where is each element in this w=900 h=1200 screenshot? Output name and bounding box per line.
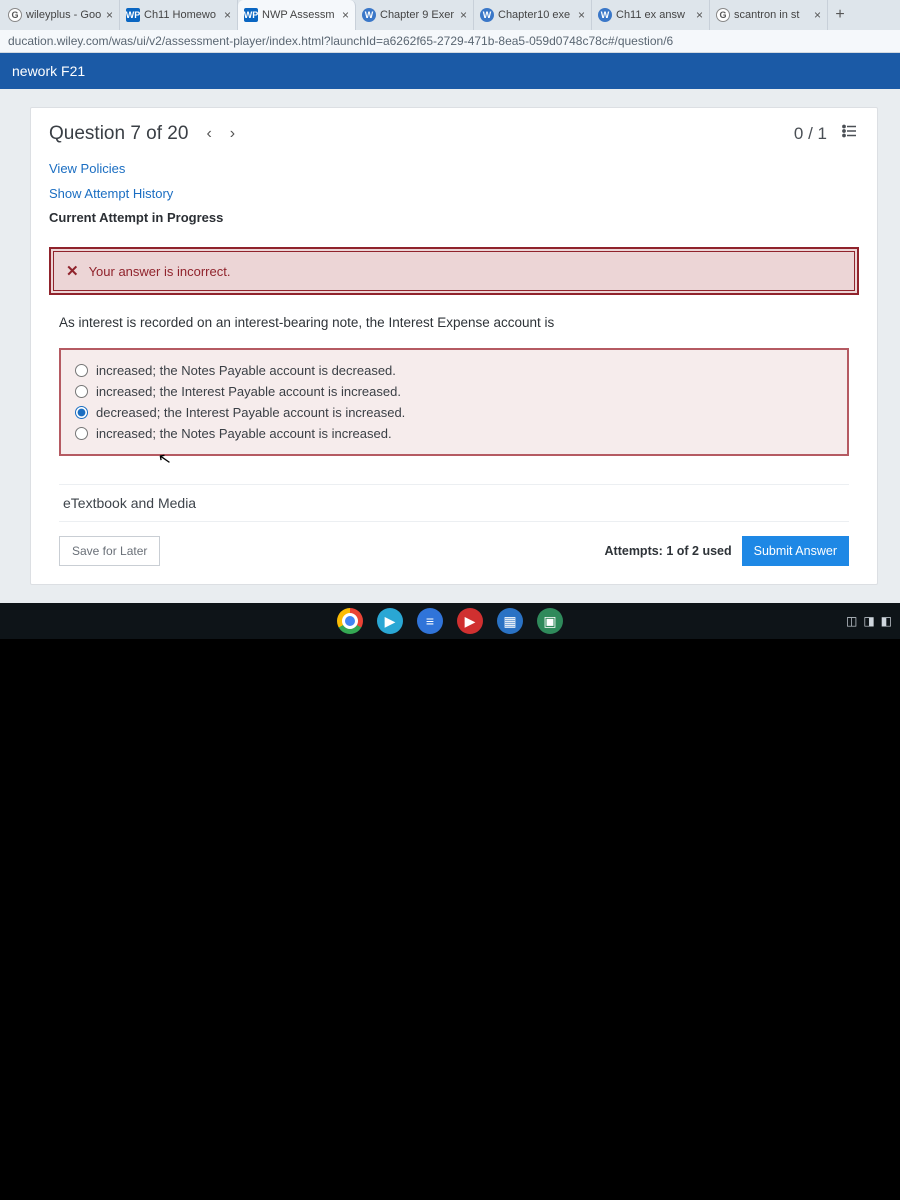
question-header: Question 7 of 20 ‹ › 0 / 1 bbox=[31, 108, 877, 155]
tab-favicon: G bbox=[716, 8, 730, 22]
prev-question-button[interactable]: ‹ bbox=[206, 125, 211, 143]
close-tab-icon[interactable]: × bbox=[106, 8, 113, 22]
submit-answer-button[interactable]: Submit Answer bbox=[742, 536, 849, 566]
answer-option[interactable]: increased; the Notes Payable account is … bbox=[75, 423, 833, 444]
question-nav: ‹ › bbox=[206, 125, 235, 143]
tab-label: Ch11 ex answ bbox=[616, 9, 692, 21]
tab-favicon: WP bbox=[244, 8, 258, 22]
question-card: Question 7 of 20 ‹ › 0 / 1 View Policies… bbox=[30, 107, 878, 585]
answer-options: increased; the Notes Payable account is … bbox=[59, 348, 849, 456]
tab-favicon: W bbox=[598, 8, 612, 22]
feedback-banner: ✕ Your answer is incorrect. bbox=[49, 247, 859, 295]
question-score: 0 / 1 bbox=[794, 124, 827, 144]
gallery-app-icon[interactable]: ▣ bbox=[537, 608, 563, 634]
question-body: As interest is recorded on an interest-b… bbox=[31, 303, 877, 474]
tab-strip: Gwileyplus - Goo × WP Ch11 Homewo × WP NWP Ass… bbox=[0, 0, 900, 30]
question-list-icon[interactable] bbox=[841, 122, 859, 145]
address-bar[interactable]: ducation.wiley.com/was/ui/v2/assessment-… bbox=[0, 30, 900, 53]
tab-favicon: W bbox=[480, 8, 494, 22]
tray-icon[interactable]: ◨ bbox=[863, 614, 874, 628]
system-tray[interactable]: ◫ ◨ ◧ bbox=[846, 614, 892, 628]
answer-text: increased; the Notes Payable account is … bbox=[96, 363, 396, 378]
attempt-status: Current Attempt in Progress bbox=[49, 206, 859, 231]
tab-label: wileyplus - Goo bbox=[26, 9, 102, 21]
assignment-title: nework F21 bbox=[12, 63, 85, 79]
feedback-banner-wrap: ✕ Your answer is incorrect. bbox=[31, 239, 877, 303]
tab-label: scantron in st bbox=[734, 9, 810, 21]
incorrect-icon: ✕ bbox=[66, 262, 79, 280]
answer-text: increased; the Notes Payable account is … bbox=[96, 426, 392, 441]
tab-label: NWP Assessm bbox=[262, 9, 338, 21]
browser-tab[interactable]: W Ch11 ex answ × bbox=[592, 0, 710, 30]
tab-label: Chapter10 exe bbox=[498, 9, 574, 21]
chrome-icon[interactable] bbox=[337, 608, 363, 634]
browser-tab[interactable]: W Chapter 9 Exer × bbox=[356, 0, 474, 30]
tab-favicon: G bbox=[8, 8, 22, 22]
browser-tab[interactable]: WP Ch11 Homewo × bbox=[120, 0, 238, 30]
tab-label: Ch11 Homewo bbox=[144, 9, 220, 21]
answer-radio[interactable] bbox=[75, 364, 88, 377]
tab-favicon: WP bbox=[126, 8, 140, 22]
answer-radio[interactable] bbox=[75, 385, 88, 398]
view-policies-link[interactable]: View Policies bbox=[49, 157, 859, 182]
new-tab-button[interactable]: + bbox=[828, 0, 852, 30]
answer-option[interactable]: decreased; the Interest Payable account … bbox=[75, 402, 833, 423]
answer-text: decreased; the Interest Payable account … bbox=[96, 405, 405, 420]
tray-icon[interactable]: ◧ bbox=[881, 614, 892, 628]
question-links: View Policies Show Attempt History Curre… bbox=[31, 155, 877, 239]
answer-option[interactable]: increased; the Notes Payable account is … bbox=[75, 360, 833, 381]
close-tab-icon[interactable]: × bbox=[460, 8, 467, 22]
blank-area bbox=[0, 639, 900, 1199]
youtube-icon[interactable]: ▶ bbox=[457, 608, 483, 634]
assignment-title-bar: nework F21 bbox=[0, 53, 900, 89]
close-tab-icon[interactable]: × bbox=[696, 8, 703, 22]
play-app-icon[interactable]: ▶ bbox=[377, 608, 403, 634]
answer-text: increased; the Interest Payable account … bbox=[96, 384, 401, 399]
attempts-info: Attempts: 1 of 2 used bbox=[605, 544, 732, 558]
question-footer: eTextbook and Media Save for Later Attem… bbox=[31, 474, 877, 584]
os-shelf: ▶ ≡ ▶ ▦ ▣ ◫ ◨ ◧ bbox=[0, 603, 900, 639]
etextbook-link[interactable]: eTextbook and Media bbox=[59, 484, 849, 522]
tab-label: Chapter 9 Exer bbox=[380, 9, 456, 21]
answer-radio[interactable] bbox=[75, 427, 88, 440]
browser-tab[interactable]: Gscantron in st × bbox=[710, 0, 828, 30]
question-title: Question 7 of 20 bbox=[49, 123, 188, 145]
files-app-icon[interactable]: ▦ bbox=[497, 608, 523, 634]
answer-radio[interactable] bbox=[75, 406, 88, 419]
browser-tab[interactable]: Gwileyplus - Goo × bbox=[2, 0, 120, 30]
close-tab-icon[interactable]: × bbox=[224, 8, 231, 22]
answer-option[interactable]: increased; the Interest Payable account … bbox=[75, 381, 833, 402]
save-for-later-button[interactable]: Save for Later bbox=[59, 536, 160, 566]
content-area: Question 7 of 20 ‹ › 0 / 1 View Policies… bbox=[0, 89, 900, 603]
browser-tab[interactable]: WP NWP Assessm × bbox=[238, 0, 356, 30]
tab-favicon: W bbox=[362, 8, 376, 22]
close-tab-icon[interactable]: × bbox=[342, 8, 349, 22]
close-tab-icon[interactable]: × bbox=[578, 8, 585, 22]
browser-chrome: Gwileyplus - Goo × WP Ch11 Homewo × WP NWP Ass… bbox=[0, 0, 900, 53]
docs-app-icon[interactable]: ≡ bbox=[417, 608, 443, 634]
close-tab-icon[interactable]: × bbox=[814, 8, 821, 22]
feedback-text: Your answer is incorrect. bbox=[89, 264, 231, 279]
show-attempt-history-link[interactable]: Show Attempt History bbox=[49, 182, 859, 207]
browser-tab[interactable]: W Chapter10 exe × bbox=[474, 0, 592, 30]
tray-icon[interactable]: ◫ bbox=[846, 614, 857, 628]
next-question-button[interactable]: › bbox=[230, 125, 235, 143]
question-stem: As interest is recorded on an interest-b… bbox=[59, 315, 849, 330]
